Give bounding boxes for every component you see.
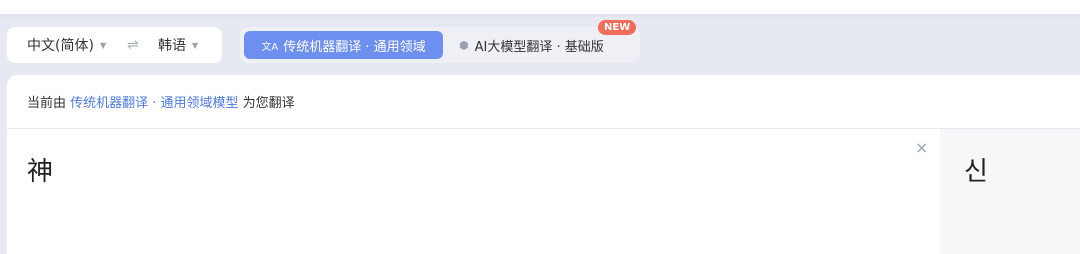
translation-panel: 当前由 传统机器翻译 · 通用领域模型 为您翻译 神 × 신	[7, 75, 1080, 254]
notice-suffix: 为您翻译	[238, 96, 295, 111]
chevron-down-icon: ▼	[99, 40, 107, 50]
target-language-dropdown[interactable]: 韩语 ▼	[158, 35, 198, 55]
chevron-down-icon: ▼	[192, 40, 199, 50]
model-link[interactable]: 传统机器翻译 · 通用领域模型	[70, 96, 238, 111]
model-notice-text: 当前由 传统机器翻译 · 通用领域模型 为您翻译	[27, 92, 295, 111]
top-bar	[0, 0, 1080, 15]
translation-mode-switch: 文A 传统机器翻译 · 通用领域 ⬢ AI大模型翻译 · 基础版 NEW	[240, 20, 640, 63]
swap-languages-icon[interactable]: ⇌	[127, 37, 139, 53]
notice-prefix: 当前由	[27, 96, 71, 111]
target-text: 신	[964, 157, 988, 187]
translate-icon: 文A	[261, 41, 279, 53]
close-icon[interactable]: ×	[915, 138, 928, 157]
target-language-label: 韩语	[158, 38, 186, 54]
new-badge: NEW	[598, 20, 637, 35]
mode-traditional-mt-label: 传统机器翻译 · 通用领域	[283, 39, 426, 55]
mode-traditional-mt-button[interactable]: 文A 传统机器翻译 · 通用领域	[244, 31, 443, 59]
source-language-dropdown[interactable]: 中文(简体) ▼	[27, 35, 106, 55]
cube-icon: ⬢	[459, 38, 469, 52]
source-text: 神	[27, 157, 54, 187]
mode-ai-llm-button[interactable]: ⬢ AI大模型翻译 · 基础版	[459, 31, 604, 59]
mode-ai-llm-label: AI大模型翻译 · 基础版	[474, 39, 604, 55]
language-selector: 中文(简体) ▼ ⇌ 韩语 ▼	[7, 27, 222, 63]
source-language-label: 中文(简体)	[27, 38, 94, 54]
target-text-area: 신	[940, 129, 1080, 254]
source-text-area[interactable]: 神 ×	[7, 129, 940, 254]
model-notice: 当前由 传统机器翻译 · 通用领域模型 为您翻译	[7, 75, 1080, 129]
